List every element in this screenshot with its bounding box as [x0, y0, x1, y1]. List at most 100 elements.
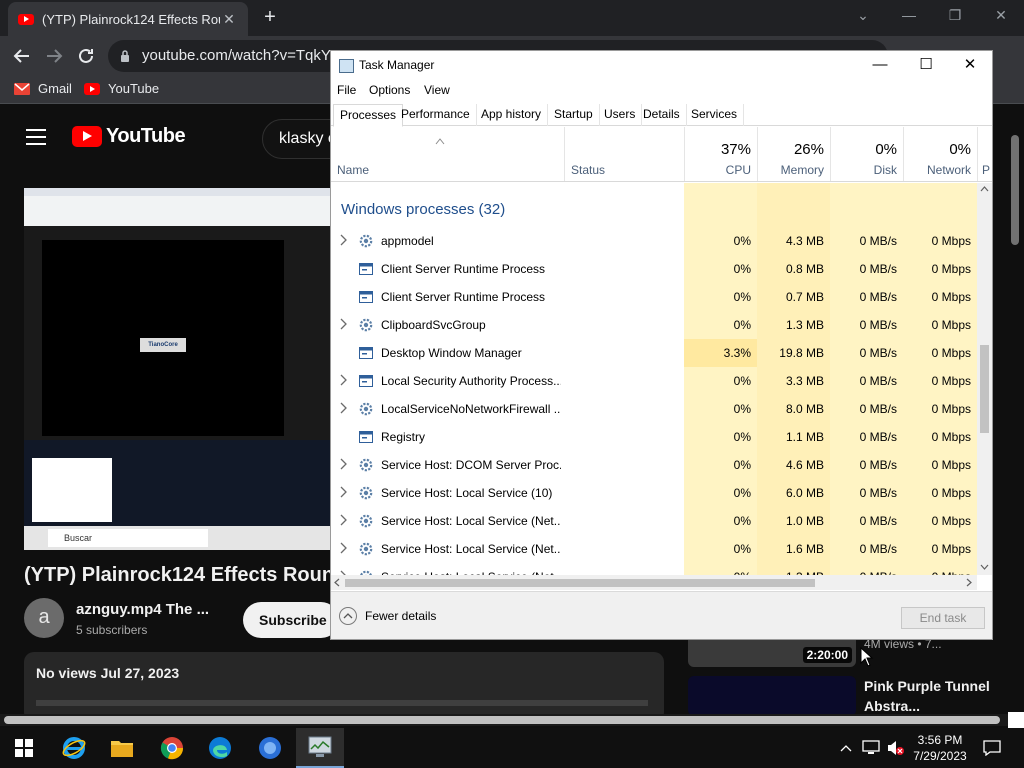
tray-overflow-icon[interactable]	[836, 728, 856, 768]
scroll-right-icon[interactable]	[965, 578, 973, 587]
chevron-right-icon[interactable]	[338, 317, 348, 331]
column-status[interactable]: Status	[564, 127, 684, 181]
tab-processes[interactable]: Processes	[333, 104, 404, 127]
volume-muted-icon[interactable]	[884, 728, 906, 768]
taskbar-file-explorer[interactable]	[98, 728, 146, 768]
scroll-up-icon[interactable]	[980, 185, 989, 193]
chevron-right-icon[interactable]	[338, 541, 348, 555]
menu-file[interactable]: File	[337, 83, 356, 97]
process-memory: 0.7 MB	[785, 290, 824, 304]
chevron-right-icon[interactable]	[338, 513, 348, 527]
process-row[interactable]: Client Server Runtime Process 0% 0.8 MB 0 M…	[331, 255, 977, 283]
fewer-details-button[interactable]: Fewer details	[339, 607, 436, 625]
process-disk: 0 MB/s	[859, 290, 897, 304]
tab-details[interactable]: Details	[637, 104, 687, 126]
browser-tab[interactable]: (YTP) Plainrock124 Effects Round ✕	[8, 2, 248, 36]
scroll-down-icon[interactable]	[980, 563, 989, 571]
process-window-icon	[359, 290, 373, 304]
vertical-scrollbar[interactable]	[977, 183, 992, 575]
taskbar-chrome[interactable]	[148, 728, 196, 768]
side-video-thumbnail[interactable]	[688, 676, 856, 715]
horizontal-scrollbar[interactable]	[331, 575, 977, 590]
close-button[interactable]: ✕	[978, 0, 1024, 30]
start-button[interactable]	[0, 728, 48, 768]
process-cpu: 0%	[733, 262, 751, 276]
tab-close-icon[interactable]: ✕	[220, 11, 238, 28]
chevron-right-icon[interactable]	[338, 233, 348, 247]
tab-startup[interactable]: Startup	[548, 104, 600, 126]
process-row[interactable]: ClipboardSvcGroup 0% 1.3 MB 0 MB/s 0 Mbps	[331, 311, 977, 339]
gmail-icon	[14, 82, 30, 95]
notification-icon[interactable]	[978, 728, 1006, 768]
process-cpu: 0%	[733, 458, 751, 472]
description-box[interactable]: No views Jul 27, 2023	[24, 652, 664, 715]
taskbar-edge[interactable]	[196, 728, 244, 768]
taskbar-clock[interactable]: 3:56 PM 7/29/2023	[905, 732, 975, 764]
chevron-right-icon[interactable]	[338, 373, 348, 387]
process-row[interactable]: Service Host: Local Service (10) 0% 6.0 MB…	[331, 479, 977, 507]
tab-services[interactable]: Services	[685, 104, 745, 126]
maximize-button[interactable]: ☐	[903, 51, 949, 81]
group-title[interactable]: Windows processes (32)	[341, 201, 505, 218]
clock-date: 7/29/2023	[913, 749, 967, 763]
tab-app-history[interactable]: App history	[475, 104, 549, 126]
scroll-left-icon[interactable]	[333, 578, 341, 587]
process-row[interactable]: LocalServiceNoNetworkFirewall ... 0% 8.0 M…	[331, 395, 977, 423]
bookmark-youtube[interactable]: YouTube	[84, 81, 159, 96]
column-disk[interactable]: 0% Disk	[830, 127, 903, 181]
horizontal-scrollbar[interactable]	[0, 712, 1024, 728]
process-row[interactable]: Registry 0% 1.1 MB 0 MB/s 0 Mbps	[331, 423, 977, 451]
youtube-logo[interactable]: YouTube	[72, 125, 186, 148]
task-manager-titlebar[interactable]: Task Manager — ☐ ✕	[331, 51, 992, 81]
process-row[interactable]: Service Host: Local Service (Net... 0% 1.0…	[331, 507, 977, 535]
minimize-button[interactable]: —	[857, 51, 903, 81]
bookmark-gmail[interactable]: Gmail	[14, 81, 72, 96]
reload-button[interactable]	[72, 42, 100, 70]
taskbar-task-manager[interactable]	[296, 728, 344, 768]
menu-options[interactable]: Options	[369, 83, 410, 97]
process-row[interactable]: Service Host: Local Service (Net... 0% 1.6…	[331, 535, 977, 563]
back-button[interactable]	[8, 42, 36, 70]
process-row[interactable]: Local Security Authority Process... 0% 3.3…	[331, 367, 977, 395]
process-row[interactable]: appmodel 0% 4.3 MB 0 MB/s 0 Mbps	[331, 227, 977, 255]
youtube-favicon-icon	[18, 13, 34, 25]
chevron-right-icon[interactable]	[338, 485, 348, 499]
column-memory[interactable]: 26% Memory	[757, 127, 830, 181]
column-cpu[interactable]: 37% CPU	[684, 127, 757, 181]
process-row[interactable]: Service Host: Local Service (Net...0%1.3…	[331, 563, 977, 575]
forward-button[interactable]	[40, 42, 68, 70]
tab-users[interactable]: Users	[598, 104, 643, 126]
minimize-button[interactable]: —	[886, 0, 932, 30]
taskbar-internet-explorer[interactable]	[50, 728, 98, 768]
process-disk: 0 MB/s	[859, 542, 897, 556]
page-scrollbar[interactable]	[1011, 135, 1019, 245]
tab-search-icon[interactable]: ⌄	[840, 0, 886, 30]
column-power[interactable]: P	[977, 127, 992, 181]
close-button[interactable]: ✕	[947, 51, 993, 81]
video-title: (YTP) Plainrock124 Effects Round 5	[24, 564, 334, 586]
network-icon[interactable]	[860, 728, 882, 768]
hamburger-menu-icon[interactable]	[26, 129, 46, 150]
column-network[interactable]: 0% Network	[903, 127, 977, 181]
video-player[interactable]: TianoCore Buscar	[24, 188, 330, 550]
process-row[interactable]: Service Host: DCOM Server Proc... 0% 4.6 M…	[331, 451, 977, 479]
chevron-right-icon[interactable]	[338, 457, 348, 471]
subscribe-button[interactable]: Subscribe	[243, 602, 339, 638]
menu-view[interactable]: View	[424, 83, 450, 97]
chevron-right-icon[interactable]	[338, 401, 348, 415]
channel-avatar[interactable]: a	[24, 598, 64, 638]
process-row[interactable]: Desktop Window Manager 3.3% 19.8 MB 0 MB/s 0…	[331, 339, 977, 367]
restore-button[interactable]: ❐	[932, 0, 978, 30]
channel-name[interactable]: aznguy.mp4 The ...	[76, 601, 209, 618]
tab-performance[interactable]: Performance	[395, 104, 477, 126]
scrollbar-thumb[interactable]	[980, 345, 989, 433]
process-disk: 0 MB/s	[859, 318, 897, 332]
scrollbar-thumb[interactable]	[345, 579, 815, 587]
process-row[interactable]: Client Server Runtime Process 0% 0.7 MB 0 M…	[331, 283, 977, 311]
column-name[interactable]: Name	[331, 127, 564, 181]
side-video-title[interactable]: Pink Purple Tunnel Abstra...	[864, 676, 1004, 715]
end-task-button[interactable]: End task	[901, 607, 985, 629]
process-cpu: 0%	[733, 514, 751, 528]
taskbar-firefox[interactable]	[246, 728, 294, 768]
new-tab-button[interactable]: +	[258, 6, 282, 30]
